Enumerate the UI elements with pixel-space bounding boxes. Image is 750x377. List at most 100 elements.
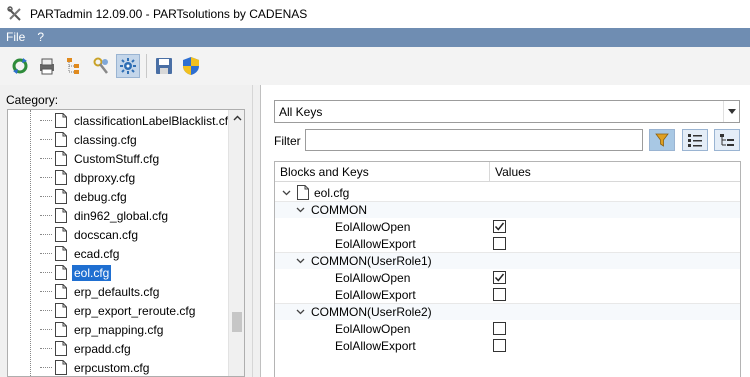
category-pane: Category: classificationLabelBlacklist.c…	[0, 85, 252, 377]
tree-item[interactable]: docscan.cfg	[40, 225, 140, 244]
file-icon	[55, 303, 67, 318]
menu-help[interactable]: ?	[31, 28, 50, 47]
key-label: EolAllowExport	[335, 338, 416, 353]
tree-guide-line	[30, 110, 31, 376]
scroll-thumb[interactable]	[232, 312, 242, 332]
key-label: EolAllowOpen	[335, 270, 411, 285]
apply-filter-button[interactable]	[649, 129, 675, 151]
chevron-down-icon	[296, 207, 304, 213]
funnel-icon	[655, 133, 669, 147]
file-icon	[55, 151, 67, 166]
grid-key-row[interactable]: EolAllowOpen	[275, 269, 740, 286]
value-checkbox[interactable]	[493, 288, 506, 301]
tree-item[interactable]: erp_mapping.cfg	[40, 320, 165, 339]
filter-label: Filter	[274, 134, 301, 148]
grid-root-label: eol.cfg	[314, 185, 350, 200]
partadmin-app-icon	[7, 6, 21, 21]
grid-header: Blocks and Keys Values	[275, 162, 740, 182]
tree-item[interactable]: dbproxy.cfg	[40, 168, 137, 187]
scroll-up-button[interactable]	[229, 110, 244, 126]
hierarchy-button[interactable]	[62, 54, 86, 78]
chevron-down-icon	[727, 109, 736, 114]
grid-block-row[interactable]: COMMON(UserRole1)	[275, 252, 740, 269]
tree-item[interactable]: erpcustom.cfg	[40, 358, 151, 376]
grid-key-row[interactable]: EolAllowExport	[275, 235, 740, 252]
key-label: EolAllowExport	[335, 287, 416, 302]
file-icon	[55, 360, 67, 375]
value-checkbox[interactable]	[493, 271, 506, 284]
pane-splitter[interactable]	[252, 85, 261, 377]
file-label: erp_mapping.cfg	[74, 322, 164, 337]
print-button[interactable]	[35, 54, 59, 78]
key-label: EolAllowExport	[335, 236, 416, 251]
tree-scrollbar[interactable]	[228, 110, 244, 376]
tree-item-selected[interactable]: eol.cfg	[40, 263, 112, 282]
file-label: classing.cfg	[74, 132, 137, 147]
tree-item[interactable]: erp_defaults.cfg	[40, 282, 161, 301]
tree-item[interactable]: CustomStuff.cfg	[40, 149, 161, 168]
file-icon	[55, 227, 67, 242]
shield-icon	[183, 57, 199, 75]
title-bar: PARTadmin 12.09.00 - PARTsolutions by CA…	[0, 0, 750, 28]
menu-bar: File ?	[0, 28, 750, 47]
chevron-down-icon	[296, 258, 304, 264]
grid-key-row[interactable]: EolAllowOpen	[275, 218, 740, 235]
file-icon	[55, 208, 67, 223]
grid-block-row[interactable]: COMMON(UserRole2)	[275, 303, 740, 320]
column-header-keys[interactable]: Blocks and Keys	[275, 162, 490, 182]
file-label: ecad.cfg	[74, 246, 120, 261]
file-label: classificationLabelBlacklist.cfg	[74, 113, 235, 128]
expand-all-button[interactable]	[682, 129, 708, 151]
file-label: erpcustom.cfg	[74, 360, 150, 375]
settings-button[interactable]	[116, 54, 140, 78]
key-user-button[interactable]	[89, 54, 113, 78]
save-button[interactable]	[152, 54, 176, 78]
key-label: EolAllowOpen	[335, 219, 411, 234]
file-icon	[297, 185, 309, 200]
grid-block-row[interactable]: COMMON	[275, 201, 740, 218]
chevron-up-icon	[233, 115, 241, 121]
keys-grid[interactable]: Blocks and Keys Values eol.cfg COMMON Eo…	[274, 161, 741, 377]
category-tree[interactable]: classificationLabelBlacklist.cfg classin…	[7, 109, 245, 377]
value-checkbox[interactable]	[493, 339, 506, 352]
menu-file[interactable]: File	[0, 28, 31, 47]
file-icon	[55, 246, 67, 261]
tree-item[interactable]: classificationLabelBlacklist.cfg	[40, 111, 237, 130]
refresh-button[interactable]	[8, 54, 32, 78]
file-icon	[55, 132, 67, 147]
value-checkbox[interactable]	[493, 220, 506, 233]
tree-item[interactable]: erp_export_reroute.cfg	[40, 301, 197, 320]
permissions-button[interactable]	[179, 54, 203, 78]
file-icon	[55, 113, 67, 128]
grid-key-row[interactable]: EolAllowExport	[275, 337, 740, 354]
save-icon	[156, 58, 172, 74]
tree-item[interactable]: erpadd.cfg	[40, 339, 133, 358]
grid-key-row[interactable]: EolAllowExport	[275, 286, 740, 303]
category-label: Category:	[6, 93, 59, 107]
tree-item[interactable]: debug.cfg	[40, 187, 129, 206]
value-checkbox[interactable]	[493, 322, 506, 335]
chevron-down-icon	[296, 309, 304, 315]
grid-root-row[interactable]: eol.cfg	[275, 184, 740, 201]
key-user-icon	[93, 57, 108, 74]
key-label: EolAllowOpen	[335, 321, 411, 336]
tree-item[interactable]: din962_global.cfg	[40, 206, 170, 225]
filter-input[interactable]	[305, 129, 643, 151]
grid-key-row[interactable]: EolAllowOpen	[275, 320, 740, 337]
checkmark-icon	[494, 222, 505, 231]
list-expand-icon	[688, 134, 702, 147]
file-icon	[55, 341, 67, 356]
toolbar-separator	[146, 54, 147, 78]
chevron-down-icon	[282, 190, 290, 195]
column-header-values[interactable]: Values	[490, 162, 531, 182]
tree-collapse-icon	[720, 134, 734, 146]
value-checkbox[interactable]	[493, 237, 506, 250]
tree-item[interactable]: classing.cfg	[40, 130, 139, 149]
file-icon	[55, 189, 67, 204]
tree-item[interactable]: ecad.cfg	[40, 244, 121, 263]
keys-dropdown[interactable]: All Keys	[274, 100, 740, 123]
file-label: docscan.cfg	[74, 227, 139, 242]
file-label: debug.cfg	[74, 189, 127, 204]
keys-pane: All Keys Filter Blocks and Keys Values e…	[261, 85, 750, 377]
collapse-all-button[interactable]	[714, 129, 740, 151]
